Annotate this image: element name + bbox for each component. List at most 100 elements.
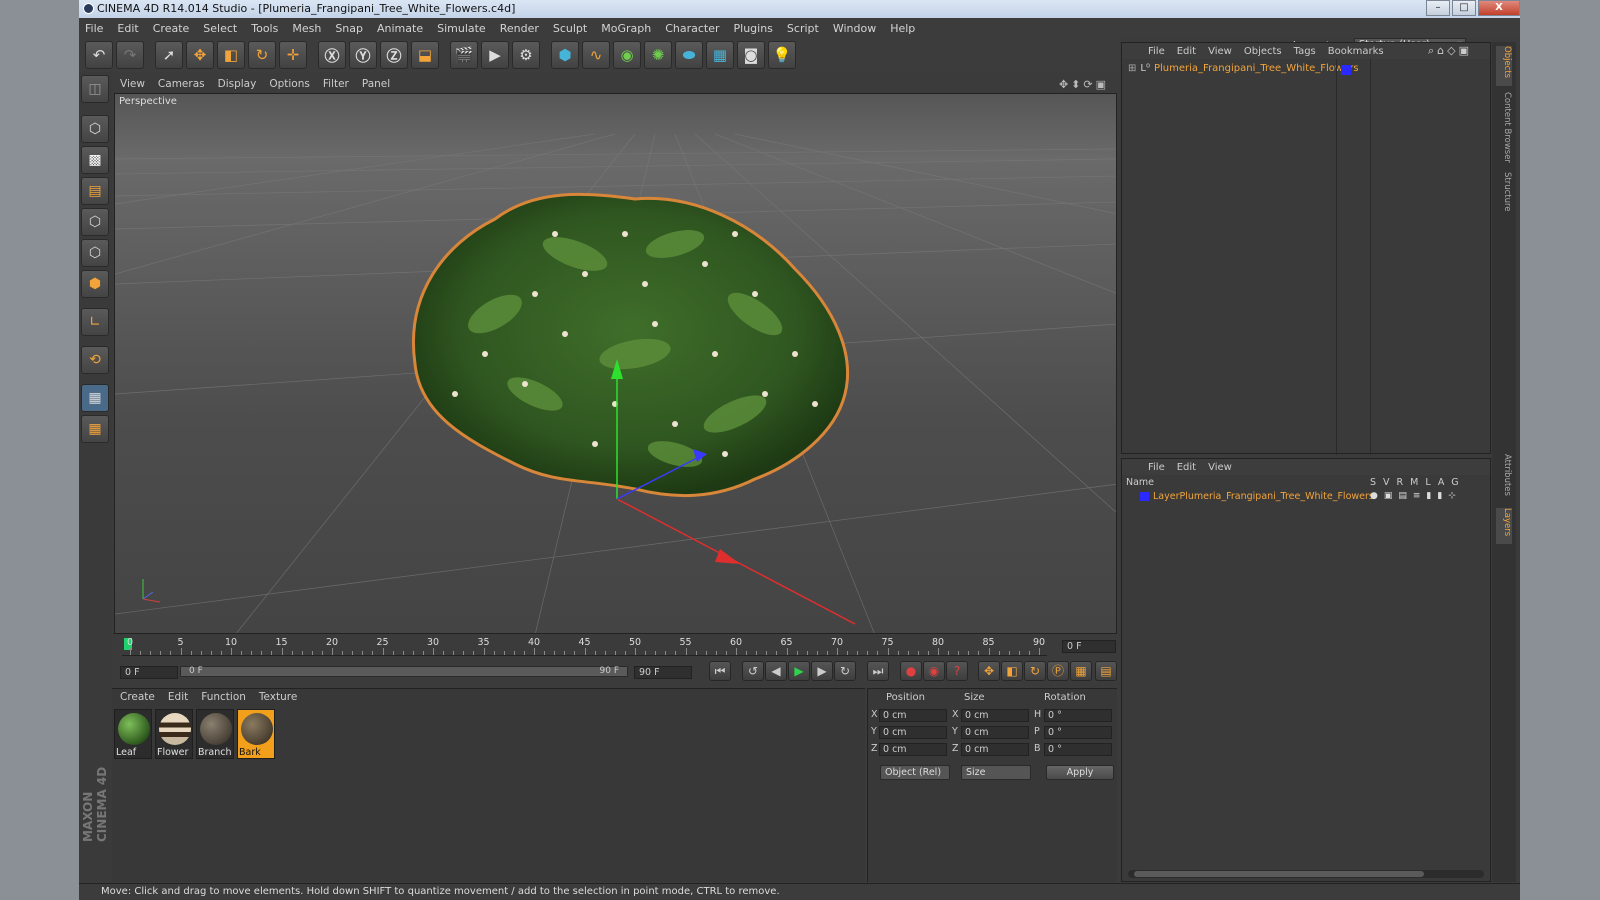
menu-render[interactable]: Render	[500, 22, 539, 35]
menu-script[interactable]: Script	[787, 22, 819, 35]
key-rotation-icon[interactable]: ↻	[1024, 661, 1046, 681]
scale-tool-icon[interactable]: ◧	[217, 41, 245, 69]
rotation-b-field[interactable]: 0 °	[1044, 743, 1112, 756]
menu-snap[interactable]: Snap	[335, 22, 363, 35]
material-menu-edit[interactable]: Edit	[168, 691, 188, 703]
key-pla-icon[interactable]: ▦	[1070, 661, 1092, 681]
camera-icon[interactable]: ◙	[737, 41, 765, 69]
play-icon[interactable]: ▶	[788, 661, 810, 681]
deformer-icon[interactable]: ⬬	[675, 41, 703, 69]
size-z-field[interactable]: 0 cm	[961, 743, 1029, 756]
om-menu-tags[interactable]: Tags	[1294, 46, 1316, 57]
move-tool-icon[interactable]: ✥	[186, 41, 214, 69]
make-editable-icon[interactable]: ◫	[81, 75, 109, 103]
expand-icon[interactable]: ⊞	[1128, 63, 1136, 74]
material-swatch-leaf[interactable]: Leaf	[114, 709, 152, 759]
material-menu-function[interactable]: Function	[201, 691, 246, 703]
tab-objects[interactable]: Objects	[1496, 46, 1512, 86]
layer-name[interactable]: LayerPlumeria_Frangipani_Tree_White_Flow…	[1153, 491, 1374, 502]
maximize-button[interactable]: □	[1452, 0, 1476, 16]
menu-animate[interactable]: Animate	[377, 22, 423, 35]
viewport-menu-display[interactable]: Display	[218, 78, 257, 90]
workplane-lock-icon[interactable]: ▦	[81, 415, 109, 443]
menu-tools[interactable]: Tools	[251, 22, 278, 35]
menu-help[interactable]: Help	[890, 22, 915, 35]
nurbs-icon[interactable]: ◉	[613, 41, 641, 69]
model-mode-icon[interactable]: ⬡	[81, 115, 109, 143]
material-swatch-bark[interactable]: Bark	[237, 709, 275, 759]
close-button[interactable]: X	[1478, 0, 1520, 16]
polygons-mode-icon[interactable]: ⬢	[81, 270, 109, 298]
menu-simulate[interactable]: Simulate	[437, 22, 486, 35]
position-y-field[interactable]: 0 cm	[879, 726, 947, 739]
redo-icon[interactable]: ↷	[116, 41, 144, 69]
x-axis-lock-icon[interactable]: Ⓧ	[318, 41, 346, 69]
workplane-icon[interactable]: ▤	[81, 177, 109, 205]
tab-structure[interactable]: Structure	[1496, 172, 1512, 222]
z-axis-lock-icon[interactable]: Ⓩ	[380, 41, 408, 69]
rotate-tool-icon[interactable]: ↻	[248, 41, 276, 69]
texture-mode-icon[interactable]: ▩	[81, 146, 109, 174]
position-x-field[interactable]: 0 cm	[879, 709, 947, 722]
points-mode-icon[interactable]: ⬡	[81, 208, 109, 236]
grid-snap-icon[interactable]: ▦	[81, 384, 109, 412]
render-view-icon[interactable]: 🎬	[450, 41, 478, 69]
size-y-field[interactable]: 0 cm	[961, 726, 1029, 739]
perspective-viewport[interactable]: Perspective	[114, 93, 1117, 634]
menu-window[interactable]: Window	[833, 22, 876, 35]
next-frame-icon[interactable]: ▶	[811, 661, 833, 681]
om-menu-objects[interactable]: Objects	[1244, 46, 1282, 57]
menu-select[interactable]: Select	[203, 22, 237, 35]
go-to-start-icon[interactable]: ⏮	[709, 661, 731, 681]
timeline-window-icon[interactable]: ▤	[1095, 661, 1117, 681]
menu-mograph[interactable]: MoGraph	[601, 22, 651, 35]
menu-file[interactable]: File	[85, 22, 103, 35]
go-to-end-icon[interactable]: ⏭	[867, 661, 889, 681]
rotation-h-field[interactable]: 0 °	[1044, 709, 1112, 722]
menu-plugins[interactable]: Plugins	[734, 22, 773, 35]
om-menu-view[interactable]: View	[1208, 46, 1232, 57]
key-parameter-icon[interactable]: Ⓟ	[1047, 661, 1069, 681]
object-name[interactable]: Plumeria_Frangipani_Tree_White_Flowers	[1154, 63, 1359, 74]
coordinate-mode-dropdown[interactable]: Object (Rel)	[880, 765, 950, 780]
previous-key-icon[interactable]: ↺	[742, 661, 764, 681]
select-pointer-icon[interactable]: ➚	[155, 41, 183, 69]
preview-range-slider[interactable]: 0 F 90 F	[180, 666, 628, 677]
y-axis-lock-icon[interactable]: Ⓨ	[349, 41, 377, 69]
timeline-ruler[interactable]: 0 5 10 15 20 25 30 35 40 45 50 55 60 65 70 75 80 85 90	[122, 636, 1047, 656]
light-icon[interactable]: 💡	[768, 41, 796, 69]
material-swatch-branch[interactable]: Branch	[196, 709, 234, 759]
size-x-field[interactable]: 0 cm	[961, 709, 1029, 722]
layer-row[interactable]: LayerPlumeria_Frangipani_Tree_White_Flow…	[1126, 491, 1374, 502]
tab-content-browser[interactable]: Content Browser	[1496, 92, 1512, 172]
layer-flag-icons[interactable]: ●▣▤≡▮▮⊹	[1370, 491, 1462, 501]
live-selection-icon[interactable]: ✛	[279, 41, 307, 69]
lm-menu-edit[interactable]: Edit	[1177, 462, 1196, 473]
viewport-nav-icons[interactable]: ✥⬍⟳▣	[1059, 78, 1109, 91]
menu-character[interactable]: Character	[665, 22, 719, 35]
layer-color-tag[interactable]	[1341, 65, 1351, 75]
next-key-icon[interactable]: ↻	[834, 661, 856, 681]
horizontal-scrollbar[interactable]	[1128, 870, 1484, 878]
edges-mode-icon[interactable]: ⬡	[81, 239, 109, 267]
minimize-button[interactable]: –	[1426, 0, 1450, 16]
apply-button[interactable]: Apply	[1046, 765, 1114, 780]
menu-mesh[interactable]: Mesh	[292, 22, 321, 35]
render-settings-icon[interactable]: ⚙	[512, 41, 540, 69]
om-menu-bookmarks[interactable]: Bookmarks	[1328, 46, 1384, 57]
render-picture-viewer-icon[interactable]: ▶	[481, 41, 509, 69]
om-menu-file[interactable]: File	[1148, 46, 1165, 57]
viewport-menu-view[interactable]: View	[120, 78, 145, 90]
position-z-field[interactable]: 0 cm	[879, 743, 947, 756]
menu-create[interactable]: Create	[153, 22, 190, 35]
axis-mode-icon[interactable]: ∟	[81, 308, 109, 336]
array-icon[interactable]: ✺	[644, 41, 672, 69]
key-position-icon[interactable]: ✥	[978, 661, 1000, 681]
tab-layers[interactable]: Layers	[1496, 508, 1512, 544]
lm-menu-view[interactable]: View	[1208, 462, 1232, 473]
timeline[interactable]: 0 5 10 15 20 25 30 35 40 45 50 55 60 65 70 75 80 85 90 0 F	[112, 636, 1117, 656]
viewport-menu-options[interactable]: Options	[269, 78, 310, 90]
lm-menu-file[interactable]: File	[1148, 462, 1165, 473]
undo-icon[interactable]: ↶	[85, 41, 113, 69]
viewport-menu-cameras[interactable]: Cameras	[158, 78, 205, 90]
